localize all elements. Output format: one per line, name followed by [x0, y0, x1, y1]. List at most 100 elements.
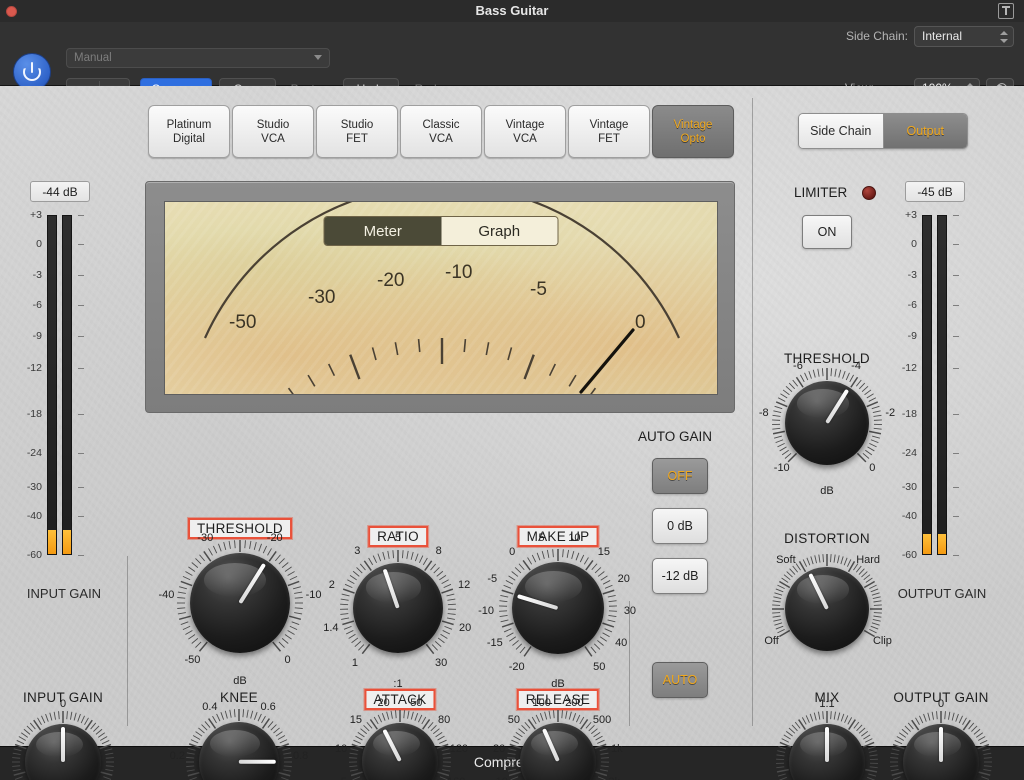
model-tab-vintage-fet[interactable]: VintageFET — [568, 105, 650, 158]
meter-tick-label: -3 — [891, 269, 917, 281]
meter-tick-label: +3 — [16, 209, 42, 221]
preset-dropdown[interactable]: Manual — [66, 48, 330, 68]
title-bar: Bass Guitar — [0, 0, 1024, 22]
side-chain-select[interactable]: Internal — [914, 26, 1014, 47]
model-tab-line2: VCA — [261, 132, 285, 146]
auto-gain-title: AUTO GAIN — [638, 429, 712, 444]
meter-tick-line — [953, 555, 959, 556]
plugin-header: Manual ‹ › Compare Copy Paste Undo Redo … — [0, 22, 1024, 86]
knob-group-output-gain: OUTPUT GAIN-30030dB — [841, 662, 1024, 780]
vu-scale-label: -20 — [377, 270, 404, 292]
window-title: Bass Guitar — [0, 3, 1024, 18]
model-tab-studio-fet[interactable]: StudioFET — [316, 105, 398, 158]
model-tab-line2: VCA — [513, 132, 537, 146]
meter-tick-label: -18 — [16, 408, 42, 420]
compressor-model-tabs: PlatinumDigitalStudioVCAStudioFETClassic… — [148, 105, 734, 158]
model-tab-line2: Opto — [681, 132, 706, 146]
plugin-body: PlatinumDigitalStudioVCAStudioFETClassic… — [0, 86, 1024, 746]
knob-group-release: RELEASE51020501002005001k2k5kms — [458, 661, 658, 780]
model-tab-line1: Vintage — [590, 118, 629, 132]
model-tab-line2: FET — [598, 132, 620, 146]
meter-tick-line — [953, 487, 959, 488]
limiter-on-button[interactable]: ON — [802, 215, 852, 249]
vu-scale-label: -30 — [308, 287, 335, 309]
side-chain-label: Side Chain: — [846, 29, 908, 43]
model-tab-line1: Classic — [422, 118, 459, 132]
chevron-updown-icon — [1000, 30, 1008, 44]
vu-scale-label: 0 — [635, 312, 646, 334]
knob-unit-limiter-threshold: dB — [820, 485, 833, 497]
knob-threshold[interactable] — [190, 553, 290, 653]
meter-tick-label: -12 — [16, 362, 42, 374]
limiter-label: LIMITER — [794, 185, 847, 200]
knob-pointer — [239, 760, 276, 764]
meter-tick-label: -24 — [16, 447, 42, 459]
meter-tick-line — [953, 414, 959, 415]
model-tab-line1: Studio — [341, 118, 374, 132]
knob-pointer — [238, 563, 266, 604]
meter-tick-line — [78, 305, 84, 306]
meter-tick-line — [78, 516, 84, 517]
meter-tick-line — [78, 414, 84, 415]
knob-pointer — [808, 573, 829, 609]
meter-tick-line — [953, 305, 959, 306]
output-meter-value[interactable]: -45 dB — [905, 181, 965, 202]
knob-distortion[interactable] — [785, 567, 869, 651]
model-tab-line2: VCA — [429, 132, 453, 146]
share-icon[interactable] — [998, 3, 1014, 19]
model-tab-classic-vca[interactable]: ClassicVCA — [400, 105, 482, 158]
meter-tick-label: -30 — [16, 481, 42, 493]
meter-tick-line — [78, 368, 84, 369]
meter-tick-label: +3 — [891, 209, 917, 221]
routing-option-side-chain[interactable]: Side Chain — [799, 114, 883, 148]
model-tab-vintage-vca[interactable]: VintageVCA — [484, 105, 566, 158]
knob-group-input-gain: INPUT GAIN-30030dB — [0, 662, 163, 780]
vu-scale-label: -50 — [229, 312, 256, 334]
model-tab-line1: Studio — [257, 118, 290, 132]
auto-button[interactable]: AUTO — [652, 662, 708, 698]
routing-option-output[interactable]: Output — [883, 114, 968, 148]
auto-gain-off-button[interactable]: OFF — [652, 458, 708, 494]
auto-gain-minus12db-button[interactable]: -12 dB — [652, 558, 708, 594]
meter-tick-line — [953, 244, 959, 245]
model-tab-vintage-opto[interactable]: VintageOpto — [652, 105, 734, 158]
input-meter-value[interactable]: -44 dB — [30, 181, 90, 202]
vu-mode-meter[interactable]: Meter — [325, 217, 442, 245]
knob-group-limiter-threshold: THRESHOLD-10-8-6-4-20dB — [727, 323, 927, 523]
meter-tick-label: -6 — [16, 299, 42, 311]
meter-tick-line — [78, 244, 84, 245]
knob-pointer — [61, 727, 65, 762]
vu-meter-screen[interactable]: -50-30-20-10-50 MeterGraph — [164, 201, 718, 395]
meter-tick-label: -9 — [16, 330, 42, 342]
input-meter-scale: +30-3-6-9-12-18-24-30-40-60 — [30, 215, 110, 555]
model-tab-line2: Digital — [173, 132, 205, 146]
model-tab-studio-vca[interactable]: StudioVCA — [232, 105, 314, 158]
knob-pointer — [825, 727, 829, 762]
meter-tick-line — [953, 453, 959, 454]
preset-value: Manual — [74, 52, 112, 64]
limiter-led-icon — [862, 186, 876, 200]
meter-tick-label: -3 — [16, 269, 42, 281]
model-tab-line1: Platinum — [167, 118, 212, 132]
output-gain-label: OUTPUT GAIN — [872, 586, 1012, 601]
meter-tick-line — [78, 453, 84, 454]
knob-pointer — [542, 728, 560, 762]
knob-ratio[interactable] — [353, 563, 443, 653]
knob-limiter-threshold[interactable] — [785, 381, 869, 465]
knob-makeup[interactable] — [512, 562, 604, 654]
power-icon-bar — [31, 62, 33, 73]
vu-scale-label: -10 — [445, 262, 472, 284]
input-meter: -44 dB +30-3-6-9-12-18-24-30-40-60 — [30, 181, 110, 601]
side-chain-value: Internal — [922, 29, 962, 43]
knob-pointer — [517, 594, 559, 610]
meter-tick-label: -6 — [891, 299, 917, 311]
model-tab-line1: Vintage — [674, 118, 713, 132]
vu-mode-graph[interactable]: Graph — [441, 217, 558, 245]
meter-tick-line — [78, 275, 84, 276]
auto-gain-0db-button[interactable]: 0 dB — [652, 508, 708, 544]
meter-tick-line — [78, 555, 84, 556]
knob-pointer — [383, 568, 400, 608]
meter-tick-line — [953, 516, 959, 517]
meter-tick-label: 0 — [891, 238, 917, 250]
model-tab-platinum-digital[interactable]: PlatinumDigital — [148, 105, 230, 158]
